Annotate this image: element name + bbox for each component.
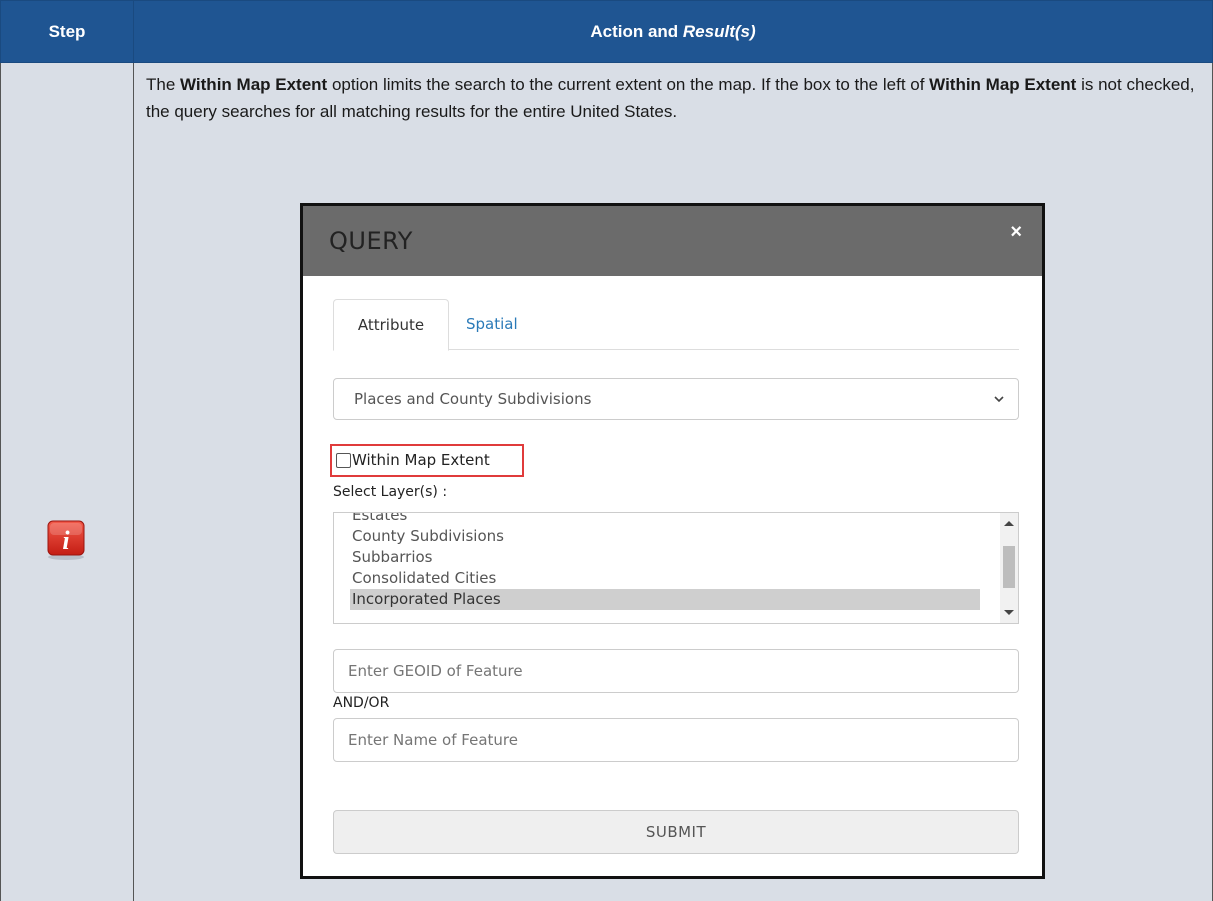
- dialog-header: QUERY ×: [303, 206, 1042, 276]
- header-action: Action and Result(s): [133, 0, 1213, 63]
- desc-text-1: The: [146, 75, 181, 94]
- select-layers-label: Select Layer(s) :: [333, 484, 448, 500]
- scroll-thumb[interactable]: [1003, 546, 1015, 588]
- list-item[interactable]: Consolidated Cities: [350, 568, 980, 589]
- layers-list: Estates County Subdivisions Subbarrios C…: [350, 513, 980, 610]
- within-map-extent-label: Within Map Extent: [352, 451, 490, 469]
- feature-name-input[interactable]: [333, 718, 1019, 762]
- table-row: i The Within Map Extent option limits th…: [0, 62, 1213, 901]
- dialog-title: QUERY: [329, 227, 413, 255]
- step-cell: i: [0, 62, 134, 901]
- layer-group-select[interactable]: Places and County Subdivisions: [333, 378, 1019, 420]
- close-icon[interactable]: ×: [1010, 221, 1022, 244]
- desc-bold-2: Within Map Extent: [929, 75, 1077, 94]
- and-or-label: AND/OR: [333, 695, 390, 711]
- table-header-row: Step Action and Result(s): [0, 0, 1213, 63]
- header-action-label: Action and: [590, 21, 683, 41]
- geoid-input[interactable]: [333, 649, 1019, 693]
- svg-text:i: i: [62, 526, 70, 555]
- listbox-scrollbar[interactable]: [1000, 513, 1018, 623]
- tab-spatial[interactable]: Spatial: [466, 299, 518, 349]
- submit-button[interactable]: SUBMIT: [333, 810, 1019, 854]
- header-step-label: Step: [48, 21, 86, 41]
- list-item[interactable]: County Subdivisions: [350, 526, 980, 547]
- within-map-extent-checkbox[interactable]: [336, 453, 351, 468]
- desc-bold-1: Within Map Extent: [180, 75, 328, 94]
- tab-bar: Attribute Spatial: [333, 299, 1019, 351]
- action-cell: The Within Map Extent option limits the …: [133, 62, 1213, 901]
- tab-attribute[interactable]: Attribute: [333, 299, 449, 351]
- header-result-label: Result(s): [682, 21, 756, 41]
- scroll-down-icon[interactable]: [1004, 610, 1014, 615]
- procedure-table: Step Action and Result(s) i The Within M…: [0, 0, 1213, 901]
- layers-listbox[interactable]: Estates County Subdivisions Subbarrios C…: [333, 512, 1019, 624]
- info-icon: i: [47, 520, 85, 560]
- list-item[interactable]: Estates: [350, 513, 980, 526]
- layer-group-select-value: Places and County Subdivisions: [354, 390, 592, 408]
- step-description: The Within Map Extent option limits the …: [146, 71, 1206, 125]
- list-item[interactable]: Subbarrios: [350, 547, 980, 568]
- list-item-selected[interactable]: Incorporated Places: [350, 589, 980, 610]
- desc-text-2: option limits the search to the current …: [327, 75, 930, 94]
- within-map-extent-highlight: Within Map Extent: [330, 444, 524, 477]
- header-step: Step: [0, 0, 134, 63]
- query-dialog: QUERY × Attribute Spatial Places and Cou…: [300, 203, 1045, 879]
- scroll-up-icon[interactable]: [1004, 521, 1014, 526]
- chevron-down-icon: [994, 396, 1004, 403]
